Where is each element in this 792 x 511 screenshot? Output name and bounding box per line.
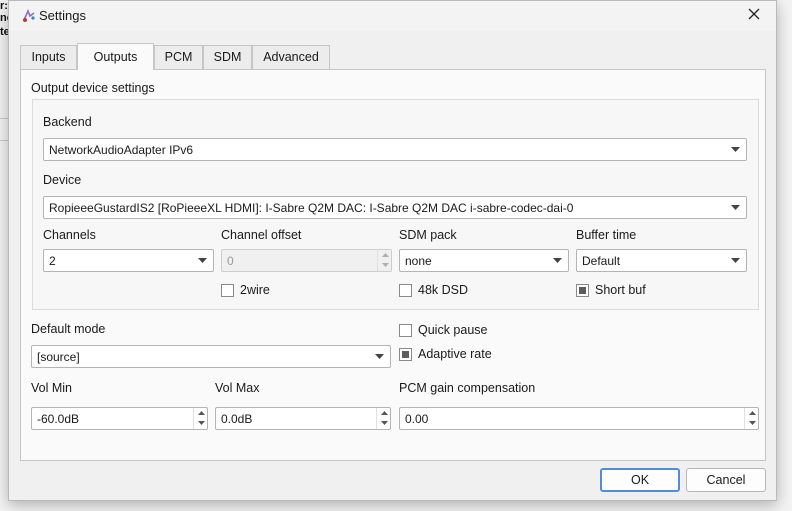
vol-max-label: Vol Max bbox=[215, 381, 260, 395]
two-wire-label: 2wire bbox=[240, 283, 270, 297]
chevron-down-icon bbox=[728, 139, 742, 160]
close-icon bbox=[747, 7, 761, 24]
two-wire-checkbox[interactable]: 2wire bbox=[221, 282, 270, 298]
device-value: RopieeeGustardIS2 [RoPieeeXL HDMI]: I-Sa… bbox=[49, 201, 574, 215]
adaptive-rate-label: Adaptive rate bbox=[418, 347, 492, 361]
tab-advanced[interactable]: Advanced bbox=[252, 45, 330, 69]
sdm-pack-value: none bbox=[405, 254, 432, 268]
spin-up-icon[interactable] bbox=[378, 250, 392, 260]
chevron-down-icon bbox=[195, 250, 209, 271]
checkbox-box bbox=[221, 283, 234, 297]
channels-value: 2 bbox=[49, 254, 56, 268]
output-device-group-title: Output device settings bbox=[31, 81, 155, 95]
pcm-gain-spinbox[interactable]: 0.00 bbox=[399, 407, 759, 430]
checkbox-box bbox=[399, 347, 412, 361]
quick-pause-checkbox[interactable]: Quick pause bbox=[399, 322, 487, 338]
vol-min-label: Vol Min bbox=[31, 381, 72, 395]
cancel-button[interactable]: Cancel bbox=[686, 468, 766, 492]
tab-inputs[interactable]: Inputs bbox=[20, 45, 77, 69]
title-bar[interactable]: Settings bbox=[9, 1, 776, 31]
quick-pause-label: Quick pause bbox=[418, 323, 488, 337]
backend-select[interactable]: NetworkAudioAdapter IPv6 bbox=[43, 138, 747, 161]
tab-sdm[interactable]: SDM bbox=[203, 45, 252, 69]
checkbox-box bbox=[399, 323, 412, 337]
dsd-48k-label: 48k DSD bbox=[418, 283, 469, 297]
spin-up-icon[interactable] bbox=[377, 408, 391, 418]
spin-down-icon[interactable] bbox=[377, 418, 391, 428]
channels-select[interactable]: 2 bbox=[43, 249, 214, 272]
channel-offset-label: Channel offset bbox=[221, 228, 302, 242]
default-mode-label: Default mode bbox=[31, 322, 106, 336]
channel-offset-spinbox[interactable]: 0 bbox=[221, 249, 392, 272]
device-label: Device bbox=[43, 173, 82, 187]
backend-value: NetworkAudioAdapter IPv6 bbox=[49, 143, 194, 157]
buffer-time-label: Buffer time bbox=[576, 228, 637, 242]
vol-min-spinbox[interactable]: -60.0dB bbox=[31, 407, 208, 430]
spin-up-icon[interactable] bbox=[194, 408, 208, 418]
settings-dialog: Settings Inputs Outputs PCM SDM Advanced… bbox=[8, 0, 777, 501]
backend-label: Backend bbox=[43, 115, 92, 129]
pcm-gain-label: PCM gain compensation bbox=[399, 381, 536, 395]
channels-label: Channels bbox=[43, 228, 96, 242]
spin-down-icon[interactable] bbox=[745, 418, 759, 428]
chevron-down-icon bbox=[550, 250, 564, 271]
checkbox-box bbox=[576, 283, 589, 297]
pcm-gain-value: 0.00 bbox=[405, 412, 429, 426]
sdm-pack-label: SDM pack bbox=[399, 228, 457, 242]
chevron-down-icon bbox=[728, 250, 742, 271]
ok-button[interactable]: OK bbox=[600, 468, 680, 492]
outputs-tab-panel: Output device settings Backend NetworkAu… bbox=[20, 69, 766, 461]
tab-pcm[interactable]: PCM bbox=[154, 45, 203, 69]
default-mode-select[interactable]: [source] bbox=[31, 345, 391, 368]
short-buf-label: Short buf bbox=[595, 283, 646, 297]
window-title: Settings bbox=[39, 8, 86, 23]
spin-down-icon[interactable] bbox=[194, 418, 208, 428]
vol-max-spinbox[interactable]: 0.0dB bbox=[215, 407, 391, 430]
sdm-pack-select[interactable]: none bbox=[399, 249, 569, 272]
tab-outputs[interactable]: Outputs bbox=[77, 43, 154, 70]
default-mode-value: [source] bbox=[37, 350, 80, 364]
adaptive-rate-checkbox[interactable]: Adaptive rate bbox=[399, 346, 492, 362]
spin-down-icon[interactable] bbox=[378, 260, 392, 270]
chevron-down-icon bbox=[728, 197, 742, 218]
vol-min-value: -60.0dB bbox=[37, 412, 80, 426]
device-select[interactable]: RopieeeGustardIS2 [RoPieeeXL HDMI]: I-Sa… bbox=[43, 196, 747, 219]
channel-offset-value: 0 bbox=[227, 254, 234, 268]
output-device-group: Backend NetworkAudioAdapter IPv6 Device … bbox=[32, 99, 759, 310]
vol-max-value: 0.0dB bbox=[221, 412, 253, 426]
chevron-down-icon bbox=[372, 346, 386, 367]
spin-up-icon[interactable] bbox=[745, 408, 759, 418]
close-button[interactable] bbox=[736, 1, 772, 29]
app-icon bbox=[21, 8, 37, 24]
short-buf-checkbox[interactable]: Short buf bbox=[576, 282, 646, 298]
checkbox-box bbox=[399, 283, 412, 297]
buffer-time-value: Default bbox=[582, 254, 621, 268]
dsd-48k-checkbox[interactable]: 48k DSD bbox=[399, 282, 468, 298]
buffer-time-select[interactable]: Default bbox=[576, 249, 747, 272]
